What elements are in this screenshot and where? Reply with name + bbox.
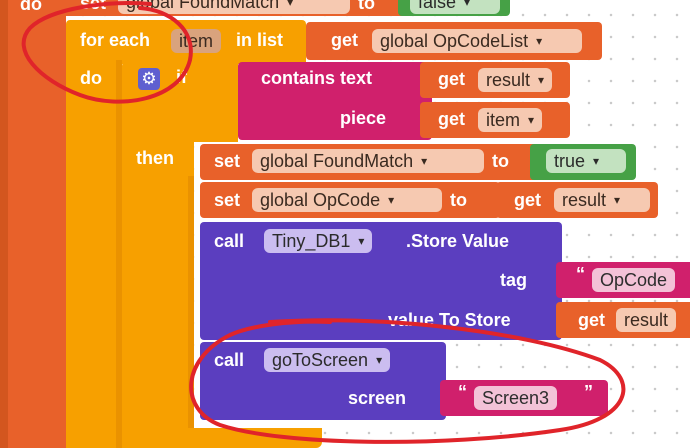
- result-dropdown[interactable]: result: [478, 68, 553, 92]
- foreach-body-rail: [66, 60, 122, 448]
- result-2-dropdown[interactable]: result: [554, 188, 650, 212]
- if-bottom-cap: [122, 428, 322, 448]
- open-quote: “: [576, 264, 585, 284]
- for-each-label: for each: [80, 30, 151, 50]
- if-body-rail: [122, 140, 194, 440]
- false-dropdown[interactable]: false: [410, 0, 500, 14]
- outer-do-label: do: [20, 0, 42, 14]
- screen3-open-quote: “: [458, 382, 467, 402]
- get-result-2-label: get: [514, 190, 541, 210]
- set-opcode-set-label: set: [214, 190, 241, 210]
- screen-label: screen: [348, 388, 407, 408]
- opcode-text-value[interactable]: OpCode: [592, 268, 676, 292]
- true-dropdown[interactable]: true: [546, 149, 626, 173]
- piece-label: piece: [340, 108, 387, 128]
- item-variable[interactable]: item: [171, 29, 222, 53]
- set-opcode-to-label: to: [450, 190, 467, 210]
- gear-icon[interactable]: ⚙: [138, 68, 160, 90]
- outer-event-edge: [0, 0, 8, 448]
- in-list-label: in list: [236, 30, 284, 50]
- top-set-var-dropdown[interactable]: global FoundMatch: [118, 0, 350, 14]
- then-label: then: [136, 148, 174, 168]
- screen3-close-quote: ”: [584, 382, 593, 402]
- value-to-store-label: value To Store: [388, 310, 511, 330]
- set-foundmatch-to-label: to: [492, 151, 509, 171]
- tag-label: tag: [500, 270, 527, 290]
- screen3-text-value[interactable]: Screen3: [474, 386, 558, 410]
- tinydb-dropdown[interactable]: Tiny_DB1: [264, 229, 373, 253]
- result-3-value[interactable]: result: [616, 308, 677, 332]
- store-method-label: .Store Value: [406, 231, 510, 251]
- get-label: get: [331, 30, 358, 50]
- get-result-label: get: [438, 69, 465, 89]
- goto-call-label: call: [214, 350, 245, 370]
- gotoscreen-dropdown[interactable]: goToScreen: [264, 348, 391, 372]
- opcodelist-dropdown[interactable]: global OpCodeList: [372, 29, 582, 53]
- outer-event-body[interactable]: [0, 0, 66, 448]
- opcode-dropdown[interactable]: global OpCode: [252, 188, 442, 212]
- top-set-to-label: to: [358, 0, 375, 13]
- contains-text-label: contains text: [261, 68, 373, 88]
- get-result-3-label: get: [578, 310, 605, 330]
- foreach-do-label: do: [80, 68, 102, 88]
- foundmatch-dropdown[interactable]: global FoundMatch: [252, 149, 484, 173]
- get-item-label: get: [438, 109, 465, 129]
- if-rail-edge: [188, 176, 194, 440]
- item-dropdown[interactable]: item: [478, 108, 543, 132]
- if-label: if: [176, 67, 187, 87]
- top-set-label: set: [80, 0, 107, 13]
- store-call-label: call: [214, 231, 245, 251]
- set-foundmatch-set-label: set: [214, 151, 241, 171]
